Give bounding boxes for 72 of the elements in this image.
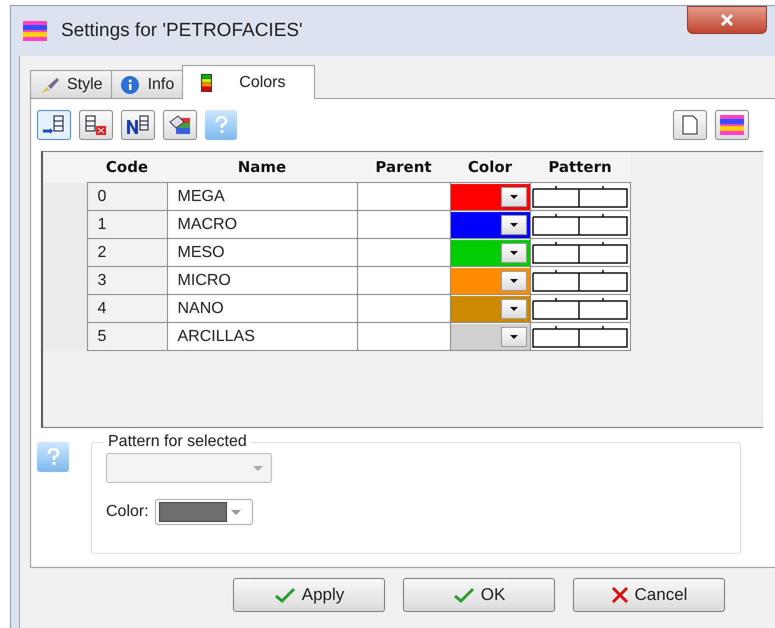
color-legend-icon: [720, 115, 744, 135]
brick-pattern-icon: [530, 240, 628, 264]
number-rows-icon: [126, 114, 150, 136]
caret-icon: [230, 510, 241, 514]
dialog-button[interactable]: Cancel: [573, 578, 725, 612]
caret-icon: [510, 334, 518, 338]
window-title: Settings for 'PETROFACIES': [61, 20, 303, 42]
caret-icon: [510, 278, 518, 282]
close-icon: [720, 14, 734, 26]
table-cell: NANO: [178, 300, 224, 316]
table-cell: ARCILLAS: [178, 328, 255, 344]
dropdown-button[interactable]: [500, 298, 526, 318]
close-button[interactable]: [687, 6, 767, 34]
toolbar-button[interactable]: [37, 110, 71, 140]
dropdown-button[interactable]: [500, 186, 526, 206]
app-icon: [23, 21, 47, 41]
delete-row-icon: [84, 114, 108, 136]
column-header: Pattern: [548, 158, 612, 176]
table-cell: 1: [98, 216, 106, 232]
brick-pattern-icon: [530, 296, 628, 320]
toolbar-button[interactable]: [163, 110, 197, 140]
color-swatch[interactable]: [450, 240, 530, 266]
toolbar-button[interactable]: [673, 110, 707, 140]
dropdown-button[interactable]: [500, 214, 526, 234]
color-label: Color:: [106, 503, 149, 521]
caret-icon: [253, 466, 263, 470]
tab[interactable]: Style: [30, 70, 112, 98]
brick-pattern-icon: [530, 268, 628, 292]
info-icon: [120, 74, 140, 94]
dialog-button[interactable]: OK: [403, 578, 555, 612]
color-swatch[interactable]: [450, 184, 530, 210]
tab[interactable]: Colors: [182, 65, 314, 99]
color-swatch[interactable]: [450, 268, 530, 294]
table-cell: 4: [98, 300, 106, 316]
check-icon: [452, 587, 475, 603]
color-swatch[interactable]: [450, 212, 530, 238]
column-header: Name: [238, 158, 286, 176]
dropdown-button[interactable]: [500, 326, 526, 346]
caret-icon: [510, 194, 518, 198]
color-swatch[interactable]: [450, 296, 530, 322]
table-cell: 5: [98, 328, 106, 344]
toolbar-button[interactable]: [79, 110, 113, 140]
brick-pattern-icon: [530, 184, 628, 208]
palette-icon: [168, 114, 192, 136]
caret-icon: [510, 306, 518, 310]
column-header: Code: [106, 158, 148, 176]
brick-pattern-icon: [530, 324, 628, 348]
question-icon: [46, 448, 60, 466]
dropdown-button[interactable]: [500, 270, 526, 290]
brick-pattern-icon: [530, 212, 628, 236]
page-icon: [682, 115, 698, 135]
table-cell: 0: [98, 188, 106, 204]
question-icon: [214, 116, 228, 134]
table-cell: 2: [98, 244, 106, 260]
check-icon: [274, 587, 296, 603]
dropdown-button[interactable]: [500, 242, 526, 262]
add-row-icon: [42, 114, 66, 136]
cross-icon: [610, 586, 629, 604]
dialog-button[interactable]: Apply: [233, 578, 385, 612]
color-swatch[interactable]: [450, 324, 530, 350]
caret-icon: [510, 222, 518, 226]
toolbar-button[interactable]: [121, 110, 155, 140]
color-dropdown[interactable]: [154, 499, 253, 525]
table-cell: MEGA: [178, 188, 225, 204]
table-cell: MESO: [178, 244, 225, 260]
column-header: Color: [468, 158, 512, 176]
table-cell: 3: [98, 272, 106, 288]
caret-icon: [510, 250, 518, 254]
tab[interactable]: Info: [110, 70, 184, 98]
table-cell: MICRO: [178, 272, 231, 288]
table-cell: MACRO: [178, 216, 238, 232]
column-header: Parent: [375, 158, 432, 176]
